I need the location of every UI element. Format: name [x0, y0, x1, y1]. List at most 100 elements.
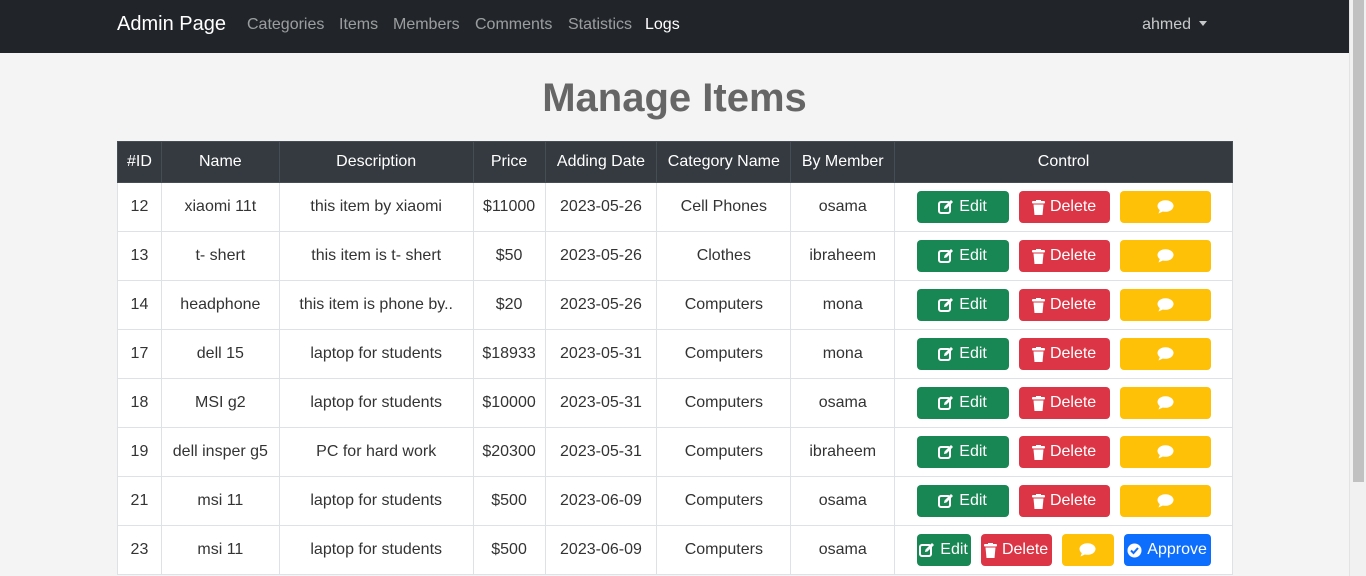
vertical-scrollbar[interactable]: [1349, 0, 1366, 576]
cell-control: Edit Delete: [894, 378, 1233, 428]
cell-date: 2023-05-26: [544, 231, 658, 281]
cell-price: $20: [472, 280, 546, 330]
table-row: 13 t- shert this item is t- shert $50 2023-0…: [117, 231, 1233, 281]
edit-button[interactable]: Edit: [916, 289, 1009, 321]
delete-button[interactable]: Delete: [1018, 240, 1110, 272]
delete-button[interactable]: Delete: [1018, 387, 1110, 419]
edit-label: Edit: [959, 443, 987, 460]
cell-price: $10000: [472, 378, 546, 428]
cell-date: 2023-06-09: [544, 525, 658, 575]
comment-icon: [1157, 396, 1174, 410]
cell-name: dell 15: [160, 329, 280, 379]
comments-button[interactable]: [1119, 436, 1211, 468]
comments-button[interactable]: [1119, 338, 1211, 370]
cell-category: Computers: [656, 427, 792, 477]
edit-button[interactable]: Edit: [916, 436, 1009, 468]
comments-button[interactable]: [1119, 485, 1211, 517]
nav-logs[interactable]: Logs: [645, 16, 680, 34]
cell-date: 2023-05-31: [544, 378, 658, 428]
comment-icon: [1157, 445, 1174, 459]
delete-button[interactable]: Delete: [1018, 191, 1110, 223]
cell-name: msi 11: [160, 525, 280, 575]
delete-button[interactable]: Delete: [1018, 289, 1110, 321]
cell-member: osama: [790, 476, 896, 526]
nav-members[interactable]: Members: [393, 16, 460, 34]
cell-price: $500: [472, 476, 546, 526]
cell-name: dell insper g5: [160, 427, 280, 477]
comments-button[interactable]: [1061, 534, 1114, 566]
edit-label: Edit: [959, 345, 987, 362]
cell-id: 21: [117, 476, 162, 526]
delete-label: Delete: [1049, 443, 1097, 460]
trash-icon: [1031, 199, 1050, 215]
cell-category: Computers: [656, 280, 792, 330]
nav-statistics[interactable]: Statistics: [568, 16, 632, 34]
cell-price: $20300: [472, 427, 546, 477]
cell-name: xiaomi 11t: [160, 182, 280, 232]
edit-button[interactable]: Edit: [916, 387, 1009, 419]
edit-button[interactable]: Edit: [916, 485, 1009, 517]
nav-categories[interactable]: Categories: [247, 16, 324, 34]
comment-icon: [1157, 200, 1174, 214]
comments-button[interactable]: [1119, 289, 1211, 321]
cell-category: Clothes: [656, 231, 792, 281]
trash-icon: [1031, 395, 1050, 411]
comment-icon: [1157, 298, 1174, 312]
cell-id: 12: [117, 182, 162, 232]
table-row: 14 headphone this item is phone by.. $20 202…: [117, 280, 1233, 330]
col-header-by-member: By Member: [790, 141, 896, 183]
cell-id: 14: [117, 280, 162, 330]
cell-id: 17: [117, 329, 162, 379]
delete-button[interactable]: Delete: [980, 534, 1052, 566]
cell-member: mona: [790, 280, 896, 330]
cell-date: 2023-05-31: [544, 427, 658, 477]
edit-label: Edit: [959, 394, 987, 411]
delete-button[interactable]: Delete: [1018, 485, 1110, 517]
scrollbar-thumb[interactable]: [1353, 0, 1364, 482]
delete-label: Delete: [1001, 541, 1049, 558]
page-title: Manage Items: [542, 76, 807, 120]
cell-category: Computers: [656, 476, 792, 526]
approve-button[interactable]: Approve: [1123, 534, 1211, 566]
table-body: 12 xiaomi 11t this item by xiaomi $11000 202…: [117, 182, 1233, 575]
comments-button[interactable]: [1119, 240, 1211, 272]
table-row: 12 xiaomi 11t this item by xiaomi $11000 202…: [117, 182, 1233, 232]
nav-items[interactable]: Items: [339, 16, 378, 34]
comments-button[interactable]: [1119, 387, 1211, 419]
cell-description: this item is t- shert: [278, 231, 474, 281]
cell-control: Edit Delete: [894, 427, 1233, 477]
col-header-price: Price: [472, 141, 546, 183]
cell-id: 19: [117, 427, 162, 477]
cell-category: Computers: [656, 329, 792, 379]
col-header-category-name: Category Name: [656, 141, 792, 183]
edit-button[interactable]: Edit: [916, 338, 1009, 370]
cell-id: 13: [117, 231, 162, 281]
delete-label: Delete: [1049, 198, 1097, 215]
cell-name: t- shert: [160, 231, 280, 281]
trash-icon: [1031, 444, 1050, 460]
edit-label: Edit: [959, 492, 987, 509]
comment-icon: [1157, 494, 1174, 508]
cell-id: 23: [117, 525, 162, 575]
cell-description: laptop for students: [278, 378, 474, 428]
table-header-row: #ID Name Description Price Adding Date Catego…: [117, 141, 1233, 183]
cell-description: this item is phone by..: [278, 280, 474, 330]
edit-button[interactable]: Edit: [916, 240, 1009, 272]
delete-button[interactable]: Delete: [1018, 436, 1110, 468]
edit-button[interactable]: Edit: [916, 534, 971, 566]
top-navbar: Admin Page Categories Items Members Comm…: [0, 0, 1349, 53]
brand-link[interactable]: Admin Page: [117, 13, 226, 36]
edit-button[interactable]: Edit: [916, 191, 1009, 223]
cell-name: headphone: [160, 280, 280, 330]
trash-icon: [1031, 297, 1050, 313]
cell-price: $18933: [472, 329, 546, 379]
nav-comments[interactable]: Comments: [475, 16, 552, 34]
comments-button[interactable]: [1119, 191, 1211, 223]
cell-control: Edit Delete: [894, 182, 1233, 232]
edit-label: Edit: [959, 247, 987, 264]
col-header-control: Control: [894, 141, 1233, 183]
user-dropdown[interactable]: ahmed: [1142, 16, 1207, 34]
cell-date: 2023-05-31: [544, 329, 658, 379]
delete-button[interactable]: Delete: [1018, 338, 1110, 370]
cell-category: Computers: [656, 525, 792, 575]
